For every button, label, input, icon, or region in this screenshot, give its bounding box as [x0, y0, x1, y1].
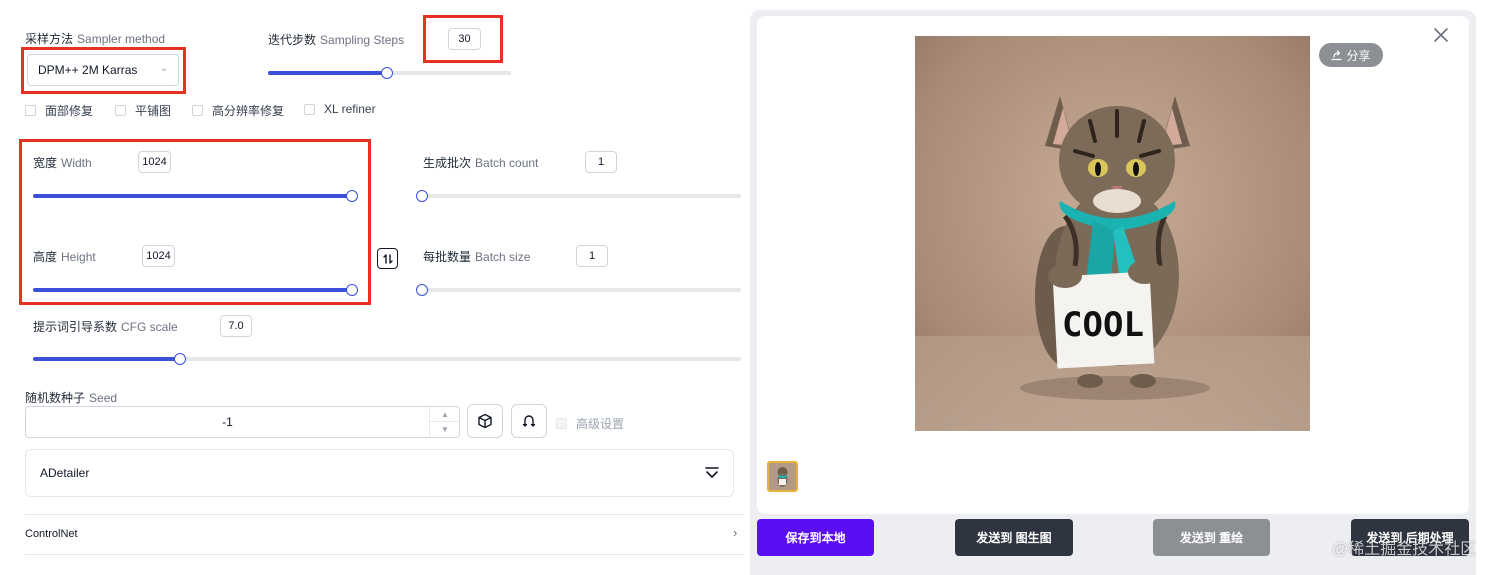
- thumbnail-preview: [777, 467, 788, 487]
- checkbox-xl-refiner[interactable]: XL refiner: [304, 102, 376, 116]
- checkbox-tiling[interactable]: 平铺图: [115, 102, 171, 119]
- divider: [25, 554, 744, 555]
- share-button[interactable]: 分享: [1319, 43, 1383, 67]
- seed-label: 随机数种子 Seed: [25, 391, 118, 405]
- close-button[interactable]: [1432, 26, 1450, 44]
- controlnet-accordion[interactable]: ControlNet ›: [25, 514, 744, 554]
- adetailer-accordion[interactable]: ADetailer: [25, 449, 734, 497]
- seed-decrement-button[interactable]: ▼: [429, 422, 460, 437]
- send-to-img2img-button[interactable]: 发送到 图生图: [955, 519, 1073, 556]
- adetailer-label: ADetailer: [40, 466, 90, 480]
- steps-slider[interactable]: [268, 66, 511, 80]
- thumbnail-image[interactable]: [767, 461, 798, 492]
- seed-increment-button[interactable]: ▲: [429, 407, 460, 422]
- steps-label: 迭代步数 Sampling Steps: [268, 33, 405, 47]
- highlight-sampler: [21, 47, 186, 94]
- dice-icon: [478, 413, 492, 429]
- swap-dimensions-button[interactable]: [377, 248, 398, 269]
- controlnet-label: ControlNet: [25, 528, 78, 540]
- share-icon: [1331, 49, 1343, 60]
- batch-count-label: 生成批次 Batch count: [423, 156, 539, 170]
- generated-image[interactable]: COOL: [915, 36, 1310, 431]
- checkbox-advanced-settings[interactable]: 高级设置: [556, 415, 624, 432]
- highlight-steps: [423, 15, 503, 63]
- slider-thumb[interactable]: [416, 190, 428, 202]
- cfg-input[interactable]: 7.0: [220, 315, 252, 337]
- sign-text: COOL: [1062, 305, 1144, 345]
- random-seed-button[interactable]: [467, 404, 503, 438]
- swap-icon: [382, 253, 393, 264]
- cfg-label: 提示词引导系数 CFG scale: [33, 320, 178, 334]
- highlight-dimensions: [19, 139, 371, 305]
- save-local-button[interactable]: 保存到本地: [757, 519, 874, 556]
- slider-thumb[interactable]: [416, 284, 428, 296]
- batch-count-slider[interactable]: [416, 189, 741, 203]
- collapse-icon[interactable]: [705, 466, 719, 480]
- watermark: @稀土掘金技术社区: [1332, 541, 1477, 558]
- batch-size-label: 每批数量 Batch size: [423, 250, 531, 264]
- slider-thumb[interactable]: [381, 67, 394, 79]
- batch-count-input[interactable]: 1: [585, 151, 617, 173]
- close-icon: [1434, 28, 1448, 42]
- seed-value: -1: [222, 415, 233, 429]
- slider-thumb[interactable]: [173, 353, 186, 365]
- checkbox-hires-fix[interactable]: 高分辨率修复: [192, 102, 284, 119]
- sampler-label: 采样方法 Sampler method: [25, 32, 166, 46]
- send-to-inpaint-button[interactable]: 发送到 重绘: [1153, 519, 1270, 556]
- cfg-slider[interactable]: [33, 352, 741, 366]
- chevron-right-icon: ›: [733, 525, 738, 540]
- cat-image: COOL: [915, 36, 1310, 431]
- seed-input[interactable]: -1 ▲ ▼: [25, 406, 460, 438]
- batch-size-slider[interactable]: [416, 283, 741, 297]
- recycle-icon: [522, 415, 536, 427]
- checkbox-face-restore[interactable]: 面部修复: [25, 102, 93, 119]
- reuse-seed-button[interactable]: [511, 404, 547, 438]
- batch-size-input[interactable]: 1: [576, 245, 608, 267]
